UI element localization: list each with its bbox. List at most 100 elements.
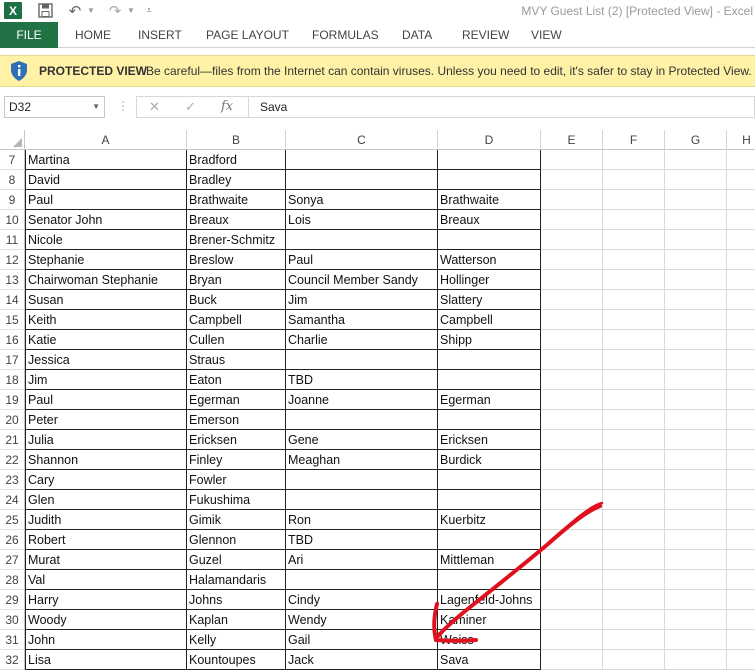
cell-c18[interactable]: TBD	[286, 370, 438, 390]
cell-d24[interactable]	[438, 490, 541, 510]
cell-f29[interactable]	[603, 590, 665, 610]
cell-h31[interactable]	[727, 630, 755, 650]
cell-b21[interactable]: Ericksen	[187, 430, 286, 450]
cell-a21[interactable]: Julia	[25, 430, 187, 450]
cell-c24[interactable]	[286, 490, 438, 510]
cell-g14[interactable]	[665, 290, 727, 310]
column-header-h[interactable]: H	[727, 130, 755, 150]
cell-a22[interactable]: Shannon	[25, 450, 187, 470]
row-header[interactable]: 21	[0, 430, 25, 450]
cell-c14[interactable]: Jim	[286, 290, 438, 310]
cell-a20[interactable]: Peter	[25, 410, 187, 430]
cell-g26[interactable]	[665, 530, 727, 550]
cell-f15[interactable]	[603, 310, 665, 330]
cell-f10[interactable]	[603, 210, 665, 230]
cell-g16[interactable]	[665, 330, 727, 350]
cell-g17[interactable]	[665, 350, 727, 370]
row-header[interactable]: 26	[0, 530, 25, 550]
cell-a15[interactable]: Keith	[25, 310, 187, 330]
row-header[interactable]: 7	[0, 150, 25, 170]
cell-b32[interactable]: Kountoupes	[187, 650, 286, 670]
cell-e20[interactable]	[541, 410, 603, 430]
cell-b26[interactable]: Glennon	[187, 530, 286, 550]
cell-f20[interactable]	[603, 410, 665, 430]
column-header-f[interactable]: F	[603, 130, 665, 150]
row-header[interactable]: 15	[0, 310, 25, 330]
cell-e23[interactable]	[541, 470, 603, 490]
tab-review[interactable]: REVIEW	[462, 22, 509, 48]
cell-g12[interactable]	[665, 250, 727, 270]
row-header[interactable]: 8	[0, 170, 25, 190]
cell-b9[interactable]: Brathwaite	[187, 190, 286, 210]
cell-e10[interactable]	[541, 210, 603, 230]
cell-c17[interactable]	[286, 350, 438, 370]
cell-f24[interactable]	[603, 490, 665, 510]
cell-f28[interactable]	[603, 570, 665, 590]
cell-c20[interactable]	[286, 410, 438, 430]
cell-d23[interactable]	[438, 470, 541, 490]
cell-g19[interactable]	[665, 390, 727, 410]
cell-d11[interactable]	[438, 230, 541, 250]
cell-c9[interactable]: Sonya	[286, 190, 438, 210]
row-header[interactable]: 27	[0, 550, 25, 570]
cell-a9[interactable]: Paul	[25, 190, 187, 210]
row-header[interactable]: 24	[0, 490, 25, 510]
cell-f27[interactable]	[603, 550, 665, 570]
cell-h28[interactable]	[727, 570, 755, 590]
insert-function-icon[interactable]: fx	[221, 99, 233, 114]
cell-c30[interactable]: Wendy	[286, 610, 438, 630]
cell-g21[interactable]	[665, 430, 727, 450]
column-header-a[interactable]: A	[25, 130, 187, 150]
cell-b19[interactable]: Egerman	[187, 390, 286, 410]
cell-h8[interactable]	[727, 170, 755, 190]
column-header-d[interactable]: D	[438, 130, 541, 150]
cell-c13[interactable]: Council Member Sandy	[286, 270, 438, 290]
cell-e11[interactable]	[541, 230, 603, 250]
cell-e15[interactable]	[541, 310, 603, 330]
cell-g29[interactable]	[665, 590, 727, 610]
cell-c32[interactable]: Jack	[286, 650, 438, 670]
redo-icon[interactable]: ↷	[106, 2, 124, 20]
cell-h11[interactable]	[727, 230, 755, 250]
cell-d7[interactable]	[438, 150, 541, 170]
cell-d8[interactable]	[438, 170, 541, 190]
cell-f18[interactable]	[603, 370, 665, 390]
name-box[interactable]: D32 ▼	[4, 96, 105, 118]
cell-g18[interactable]	[665, 370, 727, 390]
row-header[interactable]: 23	[0, 470, 25, 490]
cancel-icon[interactable]: ✕	[149, 99, 160, 115]
cell-f11[interactable]	[603, 230, 665, 250]
cell-a13[interactable]: Chairwoman Stephanie	[25, 270, 187, 290]
cell-b18[interactable]: Eaton	[187, 370, 286, 390]
cell-h19[interactable]	[727, 390, 755, 410]
cell-b27[interactable]: Guzel	[187, 550, 286, 570]
cell-d31[interactable]: Weiss	[438, 630, 541, 650]
cell-e31[interactable]	[541, 630, 603, 650]
cell-b10[interactable]: Breaux	[187, 210, 286, 230]
cell-c22[interactable]: Meaghan	[286, 450, 438, 470]
chevron-down-icon[interactable]: ▼	[92, 97, 100, 117]
cell-c26[interactable]: TBD	[286, 530, 438, 550]
cell-d27[interactable]: Mittleman	[438, 550, 541, 570]
redo-dropdown-icon[interactable]: ▼	[126, 2, 136, 19]
tab-file[interactable]: FILE	[0, 22, 58, 48]
row-header[interactable]: 28	[0, 570, 25, 590]
cell-d9[interactable]: Brathwaite	[438, 190, 541, 210]
cell-g25[interactable]	[665, 510, 727, 530]
cell-c31[interactable]: Gail	[286, 630, 438, 650]
cell-b12[interactable]: Breslow	[187, 250, 286, 270]
cell-d18[interactable]	[438, 370, 541, 390]
cell-f31[interactable]	[603, 630, 665, 650]
row-header[interactable]: 9	[0, 190, 25, 210]
cell-h26[interactable]	[727, 530, 755, 550]
cell-f16[interactable]	[603, 330, 665, 350]
cell-a7[interactable]: Martina	[25, 150, 187, 170]
cell-c27[interactable]: Ari	[286, 550, 438, 570]
cell-g31[interactable]	[665, 630, 727, 650]
cell-b20[interactable]: Emerson	[187, 410, 286, 430]
tab-home[interactable]: HOME	[75, 22, 111, 48]
cell-d19[interactable]: Egerman	[438, 390, 541, 410]
cell-c29[interactable]: Cindy	[286, 590, 438, 610]
cell-g27[interactable]	[665, 550, 727, 570]
cell-a23[interactable]: Cary	[25, 470, 187, 490]
